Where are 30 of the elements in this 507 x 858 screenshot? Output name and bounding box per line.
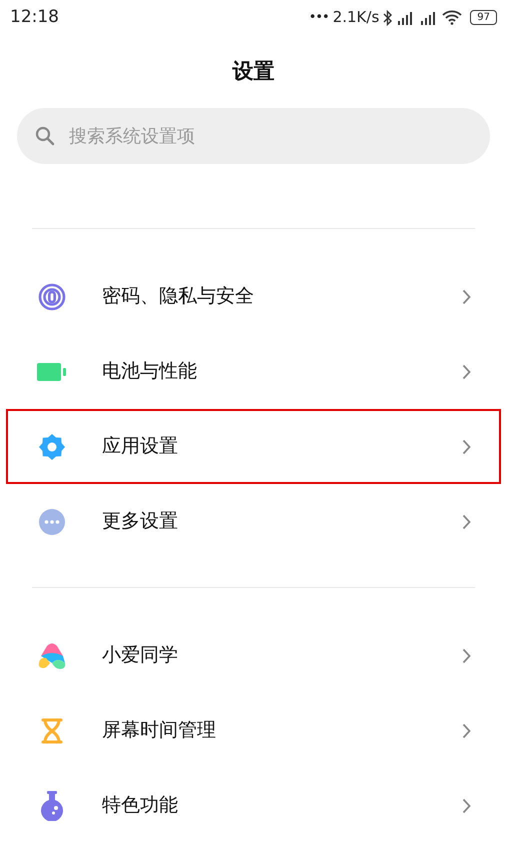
battery-indicator: 97 xyxy=(470,10,497,25)
bluetooth-icon xyxy=(383,10,392,26)
fingerprint-icon xyxy=(38,282,66,310)
search-icon xyxy=(35,126,55,146)
search-field[interactable]: 搜索系统设置项 xyxy=(17,108,490,164)
chevron-right-icon xyxy=(462,288,471,304)
chevron-right-icon xyxy=(462,648,471,664)
chevron-right-icon xyxy=(462,514,471,530)
settings-row[interactable]: 电池与性能 xyxy=(6,334,501,409)
chevron-right-icon xyxy=(462,722,471,738)
settings-row[interactable]: 密码、隐私与安全 xyxy=(6,259,501,334)
chevron-right-icon xyxy=(462,364,471,380)
clock: 12:18 xyxy=(10,6,59,29)
notification-dots: ••• xyxy=(308,8,329,27)
settings-row[interactable]: 特色功能 xyxy=(6,768,501,843)
flask-icon xyxy=(39,790,65,820)
settings-row[interactable]: 应用设置 xyxy=(6,409,501,484)
settings-row[interactable]: 小爱同学 xyxy=(6,618,501,693)
gear-icon xyxy=(38,432,66,460)
page-title: 设置 xyxy=(231,58,276,85)
chevron-right-icon xyxy=(462,798,471,814)
settings-row[interactable]: 更多设置 xyxy=(6,484,501,559)
battery-icon xyxy=(37,362,67,380)
network-speed: 2.1K/s xyxy=(332,7,380,28)
hourglass-icon xyxy=(40,718,64,744)
wifi-icon xyxy=(442,10,462,25)
chevron-right-icon xyxy=(462,438,471,454)
more-icon xyxy=(38,508,66,536)
settings-row[interactable]: 屏幕时间管理 xyxy=(6,693,501,768)
assistant-logo-icon xyxy=(38,642,66,668)
